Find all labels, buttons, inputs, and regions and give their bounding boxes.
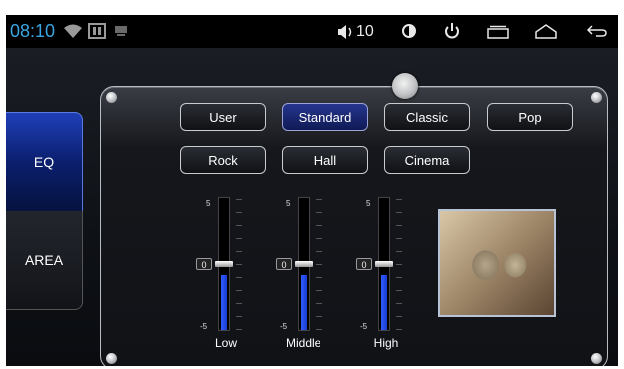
screw-icon	[106, 92, 117, 103]
back-icon[interactable]	[586, 24, 608, 38]
screen: 08:10 10 EQ AREA User Standard Classic P…	[6, 15, 618, 366]
band-slider-thumb[interactable]	[215, 261, 233, 267]
band-value-marker: 0	[356, 258, 372, 270]
volume-icon[interactable]	[337, 25, 355, 39]
eq-band-low: 5 -5 0 Low	[196, 197, 256, 366]
preset-cinema-button[interactable]: Cinema	[384, 146, 470, 174]
preset-rock-button[interactable]: Rock	[180, 146, 266, 174]
scale-tick	[396, 212, 402, 213]
wifi-icon	[64, 24, 82, 38]
eq-band-middle: 5 -5 0 Middle	[276, 197, 336, 366]
headphones-image	[438, 209, 556, 317]
screw-icon	[106, 353, 117, 364]
scale-max: 5	[286, 199, 291, 208]
scale-tick	[396, 316, 402, 317]
status-bar: 08:10 10	[6, 15, 618, 48]
scale-tick	[236, 264, 242, 265]
recent-apps-icon[interactable]	[487, 25, 509, 39]
scale-tick	[316, 303, 322, 304]
band-label: High	[373, 336, 399, 350]
scale-tick	[316, 225, 322, 226]
band-fill	[301, 275, 307, 330]
band-label: Low	[214, 336, 237, 350]
scale-min: -5	[200, 322, 208, 331]
tab-eq-label: EQ	[33, 154, 55, 170]
scale-tick	[396, 199, 402, 200]
scale-tick	[396, 290, 402, 291]
scale-tick	[236, 316, 242, 317]
scale-tick	[236, 251, 242, 252]
eq-band-high: 5 -5 0 High	[356, 197, 416, 366]
main-area: EQ AREA User Standard Classic Pop Rock H…	[6, 48, 618, 366]
scale-tick	[236, 329, 242, 330]
usb-icon	[88, 23, 106, 39]
volume-level: 10	[356, 23, 374, 40]
panel-knob[interactable]	[392, 73, 418, 99]
scale-tick	[236, 199, 242, 200]
notification-icon	[115, 26, 127, 36]
scale-tick	[236, 212, 242, 213]
preset-classic-button[interactable]: Classic	[384, 103, 470, 131]
band-fill	[381, 275, 387, 330]
scale-tick	[316, 199, 322, 200]
brightness-icon[interactable]	[400, 22, 418, 40]
scale-tick	[316, 251, 322, 252]
scale-tick	[236, 238, 242, 239]
band-fill	[221, 275, 227, 330]
clock: 08:10	[10, 21, 56, 41]
tab-eq[interactable]: EQ	[6, 112, 83, 212]
band-slider-thumb[interactable]	[375, 261, 393, 267]
power-icon[interactable]	[443, 22, 461, 40]
tab-area-label: AREA	[24, 252, 64, 268]
scale-tick	[396, 225, 402, 226]
scale-tick	[396, 303, 402, 304]
band-label: Middle	[286, 336, 320, 350]
preset-hall-button[interactable]: Hall	[282, 146, 368, 174]
scale-tick	[396, 264, 402, 265]
scale-tick	[236, 290, 242, 291]
scale-tick	[396, 329, 402, 330]
scale-tick	[396, 251, 402, 252]
scale-max: 5	[366, 199, 371, 208]
band-value-marker: 0	[196, 258, 212, 270]
home-icon[interactable]	[535, 23, 557, 39]
scale-tick	[396, 238, 402, 239]
scale-tick	[316, 290, 322, 291]
scale-tick	[316, 329, 322, 330]
preset-pop-button[interactable]: Pop	[487, 103, 573, 131]
scale-tick	[316, 316, 322, 317]
scale-tick	[316, 212, 322, 213]
scale-tick	[236, 303, 242, 304]
scale-tick	[236, 277, 242, 278]
scale-tick	[316, 238, 322, 239]
screw-icon	[591, 92, 602, 103]
scale-tick	[236, 225, 242, 226]
screw-icon	[591, 353, 602, 364]
scale-tick	[316, 264, 322, 265]
band-slider-thumb[interactable]	[295, 261, 313, 267]
preset-standard-button[interactable]: Standard	[282, 103, 368, 131]
preset-user-button[interactable]: User	[180, 103, 266, 131]
scale-tick	[316, 277, 322, 278]
scale-tick	[396, 277, 402, 278]
tab-area[interactable]: AREA	[6, 211, 83, 310]
band-value-marker: 0	[276, 258, 292, 270]
scale-min: -5	[280, 322, 288, 331]
scale-min: -5	[360, 322, 368, 331]
scale-max: 5	[206, 199, 211, 208]
